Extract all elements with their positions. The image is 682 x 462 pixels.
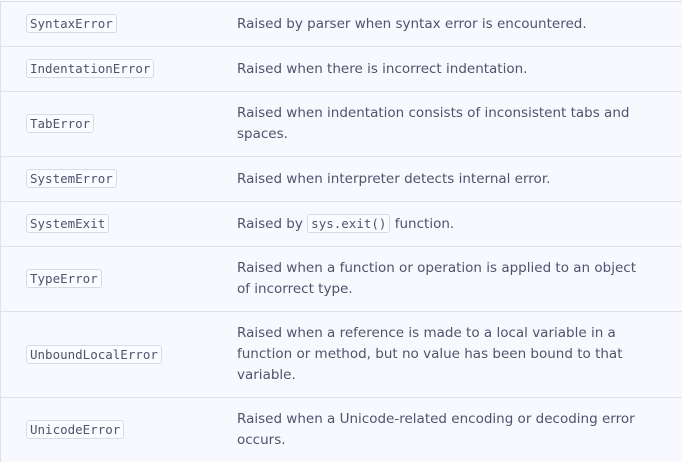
exception-name: TypeError [26,269,102,288]
exception-name: UnicodeError [26,420,124,439]
table-row: UnicodeError Raised when a Unicode-relate… [1,398,682,462]
inline-code: sys.exit() [307,214,390,233]
table-row: SystemError Raised when interpreter detec… [1,157,682,202]
exceptions-table: SyntaxError Raised by parser when syntax … [0,1,682,462]
exception-name: SystemExit [26,214,109,233]
exception-description: Raised when a Unicode-related encoding o… [237,398,682,462]
table-row: SyntaxError Raised by parser when syntax … [1,2,682,47]
description-text: Raised by [237,216,303,232]
exception-description: Raised when a reference is made to a loc… [237,312,682,398]
table-row: SystemExit Raised by sys.exit() function. [1,202,682,247]
table-row: TypeError Raised when a function or opera… [1,247,682,312]
exception-name: TabError [26,114,94,133]
exception-name: SystemError [26,169,117,188]
exception-name: SyntaxError [26,14,117,33]
exception-description: Raised by sys.exit() function. [237,202,682,247]
description-text: function. [395,216,454,232]
exception-description: Raised by parser when syntax error is en… [237,2,682,47]
table-row: TabError Raised when indentation consists… [1,92,682,157]
exception-description: Raised when interpreter detects internal… [237,157,682,202]
exception-description: Raised when indentation consists of inco… [237,92,682,157]
table-row: UnboundLocalError Raised when a reference… [1,312,682,398]
exception-name: UnboundLocalError [26,345,162,364]
table-row: IndentationError Raised when there is inc… [1,47,682,92]
exception-description: Raised when a function or operation is a… [237,247,682,312]
exception-description: Raised when there is incorrect indentati… [237,47,682,92]
exception-name: IndentationError [26,59,154,78]
